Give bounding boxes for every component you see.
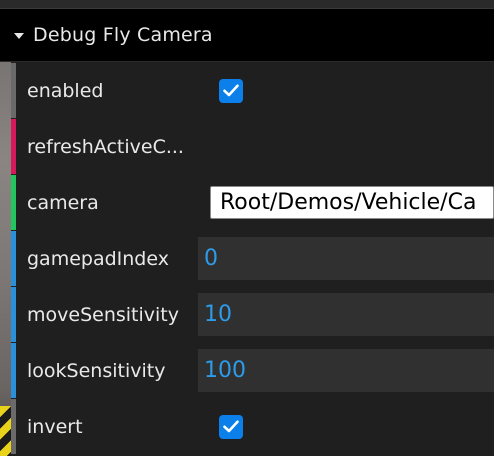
previous-section-edge <box>0 0 494 9</box>
property-label: enabled <box>27 79 104 102</box>
camera-path-input[interactable]: Root/Demos/Vehicle/Ca <box>210 186 494 219</box>
look-sensitivity-input[interactable]: 100 <box>198 349 494 392</box>
property-label: lookSensitivity <box>27 359 166 382</box>
section-header[interactable]: Debug Fly Camera <box>0 9 494 62</box>
row-accent <box>11 63 16 118</box>
property-row-gamepad-index: gamepadIndex 0 <box>11 231 494 286</box>
property-row-enabled: enabled <box>11 63 494 118</box>
checkmark-icon <box>223 420 239 433</box>
stage: Debug Fly Camera enabled refreshActiveC.… <box>0 0 494 456</box>
refresh-active-camera-action[interactable]: refreshActiveC... <box>27 136 184 158</box>
property-row-camera: camera Root/Demos/Vehicle/Ca <box>11 175 494 230</box>
row-accent <box>11 231 16 286</box>
property-label: camera <box>27 191 99 214</box>
row-accent <box>11 399 16 454</box>
property-row-look-sensitivity: lookSensitivity 100 <box>11 343 494 398</box>
row-accent <box>11 119 16 174</box>
gamepad-index-input[interactable]: 0 <box>198 237 494 280</box>
property-label: invert <box>27 415 83 438</box>
row-accent <box>11 343 16 398</box>
property-row-move-sensitivity: moveSensitivity 10 <box>11 287 494 342</box>
enabled-checkbox[interactable] <box>219 78 243 103</box>
invert-checkbox[interactable] <box>219 414 243 439</box>
section-title: Debug Fly Camera <box>33 24 213 46</box>
row-accent <box>11 287 16 342</box>
row-accent <box>11 175 16 230</box>
inspector-panel: Debug Fly Camera enabled refreshActiveC.… <box>0 0 494 456</box>
move-sensitivity-input[interactable]: 10 <box>198 293 494 336</box>
property-row-invert: invert <box>11 399 494 454</box>
caret-down-icon[interactable] <box>14 32 24 39</box>
property-label: moveSensitivity <box>27 303 179 326</box>
property-label: gamepadIndex <box>27 247 169 270</box>
checkmark-icon <box>223 84 239 97</box>
property-row-refresh[interactable]: refreshActiveC... <box>11 119 494 174</box>
property-list: enabled refreshActiveC... camera Root/De… <box>11 63 494 455</box>
